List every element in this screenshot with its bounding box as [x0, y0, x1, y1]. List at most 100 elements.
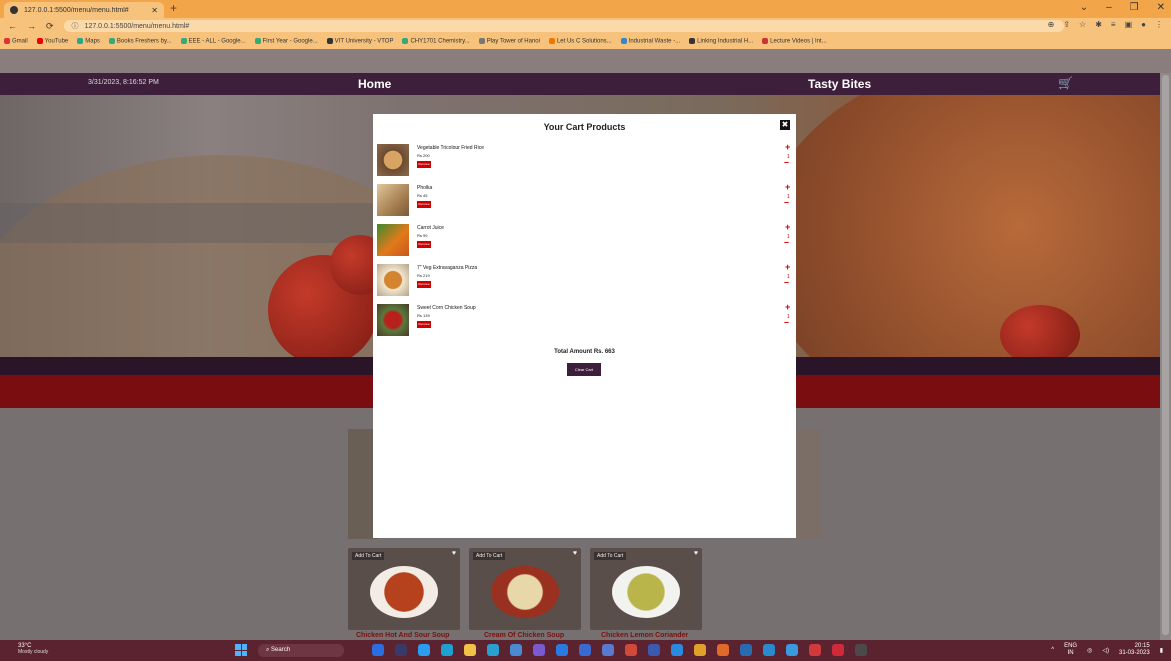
heart-icon[interactable]: ♥ [573, 550, 577, 557]
back-icon[interactable]: ← [8, 21, 17, 32]
bookmark-item[interactable]: First Year - Google... [254, 38, 318, 45]
brand-name: Tasty Bites [808, 77, 872, 91]
app-icon[interactable] [372, 644, 384, 656]
bookmark-item[interactable]: Lecture Videos | Int... [762, 38, 827, 45]
increase-qty-button[interactable]: + [785, 302, 790, 312]
app-icon[interactable] [648, 644, 660, 656]
address-text: 127.0.0.1:5500/menu/menu.html# [84, 22, 190, 30]
decrease-qty-button[interactable]: – [784, 237, 789, 247]
app-icon[interactable] [418, 644, 430, 656]
nav-home-link[interactable]: Home [358, 77, 391, 91]
decrease-qty-button[interactable]: – [784, 277, 789, 287]
language-indicator[interactable]: ENG IN [1064, 643, 1077, 657]
bookmark-item[interactable]: Gmail [4, 38, 28, 45]
bookmark-item[interactable]: Industrial Waste -... [620, 38, 680, 45]
notification-icon[interactable]: ▮ [1160, 647, 1163, 654]
address-input[interactable]: ⓘ 127.0.0.1:5500/menu/menu.html# [63, 20, 1064, 32]
star-icon[interactable]: ☆ [1079, 20, 1086, 29]
minimize-icon[interactable]: – [1106, 2, 1112, 13]
remove-button[interactable]: Remove [417, 321, 431, 328]
app-icon[interactable] [579, 644, 591, 656]
bookmark-item[interactable]: Linking Industrial H... [689, 38, 753, 45]
bookmark-item[interactable]: Maps [77, 38, 100, 45]
share-icon[interactable]: ⇪ [1063, 20, 1070, 29]
close-window-icon[interactable]: ✕ [1157, 2, 1165, 13]
extensions-icon[interactable]: ✱ [1095, 20, 1102, 29]
clear-cart-button[interactable]: Clear Cart [567, 363, 601, 376]
app-icon[interactable] [602, 644, 614, 656]
remove-button[interactable]: Remove [417, 161, 431, 168]
app-icon[interactable] [740, 644, 752, 656]
decrease-qty-button[interactable]: – [784, 317, 789, 327]
sidepanel-icon[interactable]: ▣ [1125, 20, 1133, 29]
decrease-qty-button[interactable]: – [784, 157, 789, 167]
increase-qty-button[interactable]: + [785, 262, 790, 272]
app-icon[interactable] [625, 644, 637, 656]
increase-qty-button[interactable]: + [785, 142, 790, 152]
app-icon[interactable] [441, 644, 453, 656]
bookmark-item[interactable]: YouTube [36, 38, 68, 45]
profile-icon[interactable]: ● [1141, 20, 1146, 29]
cart-item: Sweet Corn Chicken Soup Rs 139 Remove + … [377, 302, 792, 340]
app-icon[interactable] [717, 644, 729, 656]
new-tab-icon[interactable]: + [170, 1, 177, 15]
close-icon[interactable]: ✖ [780, 120, 790, 130]
scrollbar-thumb[interactable] [1162, 75, 1169, 635]
heart-icon[interactable]: ♥ [452, 550, 456, 557]
add-to-cart-badge[interactable]: Add To Cart [473, 552, 506, 560]
decrease-qty-button[interactable]: – [784, 197, 789, 207]
app-icon[interactable] [464, 644, 476, 656]
bookmark-item[interactable]: Let Us C Solutions... [548, 38, 612, 45]
item-thumbnail [377, 144, 409, 176]
chevron-up-icon[interactable]: ^ [1051, 647, 1054, 653]
close-tab-icon[interactable]: ✕ [151, 6, 158, 15]
taskbar-apps [372, 644, 867, 656]
increase-qty-button[interactable]: + [785, 222, 790, 232]
heart-icon[interactable]: ♥ [694, 550, 698, 557]
bookmark-item[interactable]: Books Freshers by... [108, 38, 172, 45]
app-icon[interactable] [809, 644, 821, 656]
menu-icon[interactable]: ⋮ [1155, 20, 1163, 29]
app-icon[interactable] [832, 644, 844, 656]
app-icon[interactable] [694, 644, 706, 656]
add-to-cart-badge[interactable]: Add To Cart [352, 552, 385, 560]
reload-icon[interactable]: ⟳ [46, 21, 54, 32]
reading-list-icon[interactable]: ≡ [1111, 20, 1116, 29]
bookmark-item[interactable]: VIT University - VTOP [326, 38, 393, 45]
chevron-down-icon[interactable]: ⌄ [1080, 2, 1088, 13]
clock[interactable]: 20:15 31-03-2023 [1119, 643, 1150, 657]
menu-card[interactable]: Add To Cart ♥ [348, 548, 460, 630]
remove-button[interactable]: Remove [417, 201, 431, 208]
site-header: 3/31/2023, 8:16:52 PM Home Tasty Bites 🛒 [0, 73, 1160, 95]
info-icon[interactable]: ⓘ [72, 21, 79, 31]
remove-button[interactable]: Remove [417, 241, 431, 248]
app-icon[interactable] [510, 644, 522, 656]
cart-icon[interactable]: 🛒 [1058, 76, 1073, 90]
app-icon[interactable] [556, 644, 568, 656]
app-icon[interactable] [533, 644, 545, 656]
zoom-icon[interactable]: ⊕ [1048, 20, 1055, 29]
app-icon[interactable] [671, 644, 683, 656]
app-icon[interactable] [487, 644, 499, 656]
bookmark-item[interactable]: CHY1701 Chemistry... [402, 38, 470, 45]
increase-qty-button[interactable]: + [785, 182, 790, 192]
taskbar-search[interactable]: ⌕ Search [258, 644, 344, 657]
app-icon[interactable] [786, 644, 798, 656]
app-icon[interactable] [395, 644, 407, 656]
bookmark-item[interactable]: EEE - ALL - Google... [180, 38, 246, 45]
browser-tab[interactable]: 127.0.0.1:5500/menu/menu.html# ✕ [4, 2, 164, 18]
bookmark-item[interactable]: Play Tower of Hanoi [478, 38, 540, 45]
add-to-cart-badge[interactable]: Add To Cart [594, 552, 627, 560]
weather-widget[interactable]: 33°C Mostly cloudy [18, 643, 48, 655]
app-icon[interactable] [855, 644, 867, 656]
windows-start-icon[interactable] [235, 644, 247, 656]
menu-card[interactable]: Add To Cart ♥ [469, 548, 581, 630]
app-icon[interactable] [763, 644, 775, 656]
restore-icon[interactable]: ❐ [1130, 2, 1139, 13]
wifi-icon[interactable]: ◎ [1087, 647, 1092, 654]
remove-button[interactable]: Remove [417, 281, 431, 288]
speaker-icon[interactable]: ◁) [1102, 647, 1109, 654]
forward-icon[interactable]: → [27, 21, 36, 32]
address-bar-row: ← → ⟳ ⓘ 127.0.0.1:5500/menu/menu.html# ⊕… [0, 18, 1171, 34]
menu-card[interactable]: Add To Cart ♥ [590, 548, 702, 630]
